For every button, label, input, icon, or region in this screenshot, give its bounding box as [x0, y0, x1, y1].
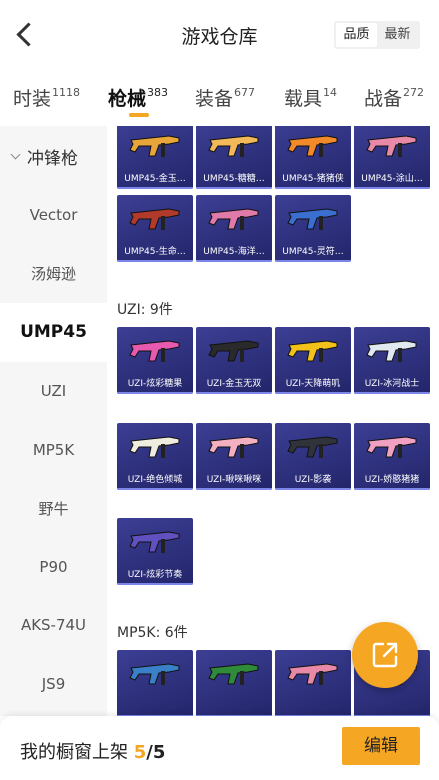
gun-icon	[366, 340, 417, 362]
gun-icon	[129, 663, 180, 685]
uzi-skin-card[interactable]: UZI-冰河战士	[354, 327, 430, 394]
ump45-skin-card[interactable]: UMP45-海洋…	[196, 195, 272, 262]
tab-fashion[interactable]: 时装1118	[13, 84, 80, 111]
gun-icon	[287, 340, 338, 362]
card-label: UZI-金玉无双	[206, 379, 262, 389]
gun-icon	[208, 436, 259, 458]
sort-quality-button[interactable]: 品质	[336, 23, 377, 47]
tab-vehicles[interactable]: 载具14	[284, 84, 337, 111]
share-button[interactable]	[352, 622, 418, 688]
ump45-skin-card[interactable]: UMP45-糖糖…	[196, 126, 272, 189]
card-label: UMP45-金玉…	[124, 174, 186, 184]
gun-icon	[129, 340, 180, 362]
card-label: UMP45-灵符…	[282, 247, 344, 257]
card-label: UZI-炫彩节奏	[127, 570, 183, 580]
ump45-skin-card[interactable]: UMP45-涂山…	[354, 126, 430, 189]
gun-icon	[208, 135, 259, 157]
uzi-skin-card[interactable]: UZI-娇憨猪猪	[354, 423, 430, 490]
uzi-skin-card[interactable]: UZI-影袭	[275, 423, 351, 490]
gun-icon	[287, 436, 338, 458]
back-arrow-icon[interactable]	[10, 20, 38, 50]
gun-icon	[287, 663, 338, 685]
tab-battle-prep[interactable]: 战备272	[364, 84, 424, 111]
gun-icon	[366, 135, 417, 157]
sort-latest-button[interactable]: 最新	[377, 23, 418, 47]
card-label: UZI-炫彩糖果	[127, 379, 183, 389]
uzi-skin-card[interactable]: UZI-天降萌叽	[275, 327, 351, 394]
card-label-bar	[275, 699, 351, 716]
uzi-skin-card[interactable]: UZI-炫彩节奏	[117, 518, 193, 585]
card-label: UMP45-生命…	[124, 247, 186, 257]
card-label: UZI-天降萌叽	[285, 379, 341, 389]
sidebar-item-js9[interactable]: JS9	[0, 655, 107, 714]
ump45-skin-card[interactable]: UMP45-金玉…	[117, 126, 193, 189]
showcase-bar: 我的橱窗上架 5/5 编辑	[0, 716, 439, 780]
sidebar-item-aks74u[interactable]: AKS-74U	[0, 596, 107, 655]
ump45-skin-card[interactable]: UMP45-生命…	[117, 195, 193, 262]
card-label: UMP45-海洋…	[203, 247, 265, 257]
sidebar-item-bizon[interactable]: 野牛	[0, 479, 107, 538]
chevron-down-icon	[10, 149, 21, 159]
sidebar-item-uzi[interactable]: UZI	[0, 362, 107, 421]
sidebar-item-thompson[interactable]: 汤姆逊	[0, 245, 107, 304]
sidebar-item-p90[interactable]: P90	[0, 538, 107, 597]
mp5k-skin-card[interactable]	[117, 650, 193, 716]
uzi-skin-card[interactable]: UZI-绝色倾城	[117, 423, 193, 490]
tab-weapons[interactable]: 枪械383	[108, 84, 168, 111]
card-label: UZI-啾咪啾咪	[206, 475, 262, 485]
card-label-bar	[196, 699, 272, 716]
header: 游戏仓库 品质 最新	[0, 0, 439, 68]
card-label: UMP45-涂山…	[361, 174, 423, 184]
sidebar-item-ump45[interactable]: UMP45	[0, 303, 107, 362]
uzi-skin-card[interactable]: UZI-炫彩糖果	[117, 327, 193, 394]
ump45-skin-card[interactable]: UMP45-猪猪侠	[275, 126, 351, 189]
mp5k-skin-card[interactable]	[275, 650, 351, 716]
share-icon	[372, 642, 398, 668]
card-label-bar	[117, 699, 193, 716]
card-label: UZI-绝色倾城	[127, 475, 183, 485]
uzi-skin-card[interactable]: UZI-金玉无双	[196, 327, 272, 394]
section-label-mp5k: MP5K: 6件	[117, 625, 188, 641]
section-label-uzi: UZI: 9件	[117, 302, 173, 318]
active-tab-indicator	[129, 113, 149, 117]
gun-icon	[129, 135, 180, 157]
showcase-count: 我的橱窗上架 5/5	[20, 742, 166, 763]
weapon-sidebar: 冲锋枪 Vector 汤姆逊 UMP45 UZI MP5K 野牛 P90 AKS…	[0, 126, 107, 716]
sort-toggle: 品质 最新	[334, 21, 420, 49]
card-label: UZI-娇憨猪猪	[364, 475, 420, 485]
gun-icon	[208, 340, 259, 362]
card-label-bar	[354, 699, 430, 716]
gun-icon	[129, 436, 180, 458]
gun-icon	[208, 663, 259, 685]
category-tabs: 时装1118 枪械383 装备677 载具14 战备272	[0, 68, 439, 126]
edit-button[interactable]: 编辑	[342, 727, 420, 765]
gun-icon	[287, 135, 338, 157]
ump45-skin-card[interactable]: UMP45-灵符…	[275, 195, 351, 262]
uzi-skin-card[interactable]: UZI-啾咪啾咪	[196, 423, 272, 490]
card-label: UMP45-糖糖…	[203, 174, 265, 184]
gun-icon	[366, 436, 417, 458]
card-label: UZI-冰河战士	[364, 379, 420, 389]
gun-icon	[287, 208, 338, 230]
tab-equipment[interactable]: 装备677	[195, 84, 255, 111]
card-label: UMP45-猪猪侠	[282, 174, 344, 184]
gun-icon	[208, 208, 259, 230]
mp5k-skin-card[interactable]	[196, 650, 272, 716]
gun-icon	[129, 208, 180, 230]
sidebar-group-smg[interactable]: 冲锋枪	[0, 126, 107, 186]
sidebar-item-mp5k[interactable]: MP5K	[0, 420, 107, 479]
gun-icon	[129, 531, 180, 553]
card-label: UZI-影袭	[294, 475, 332, 485]
sidebar-item-vector[interactable]: Vector	[0, 186, 107, 245]
